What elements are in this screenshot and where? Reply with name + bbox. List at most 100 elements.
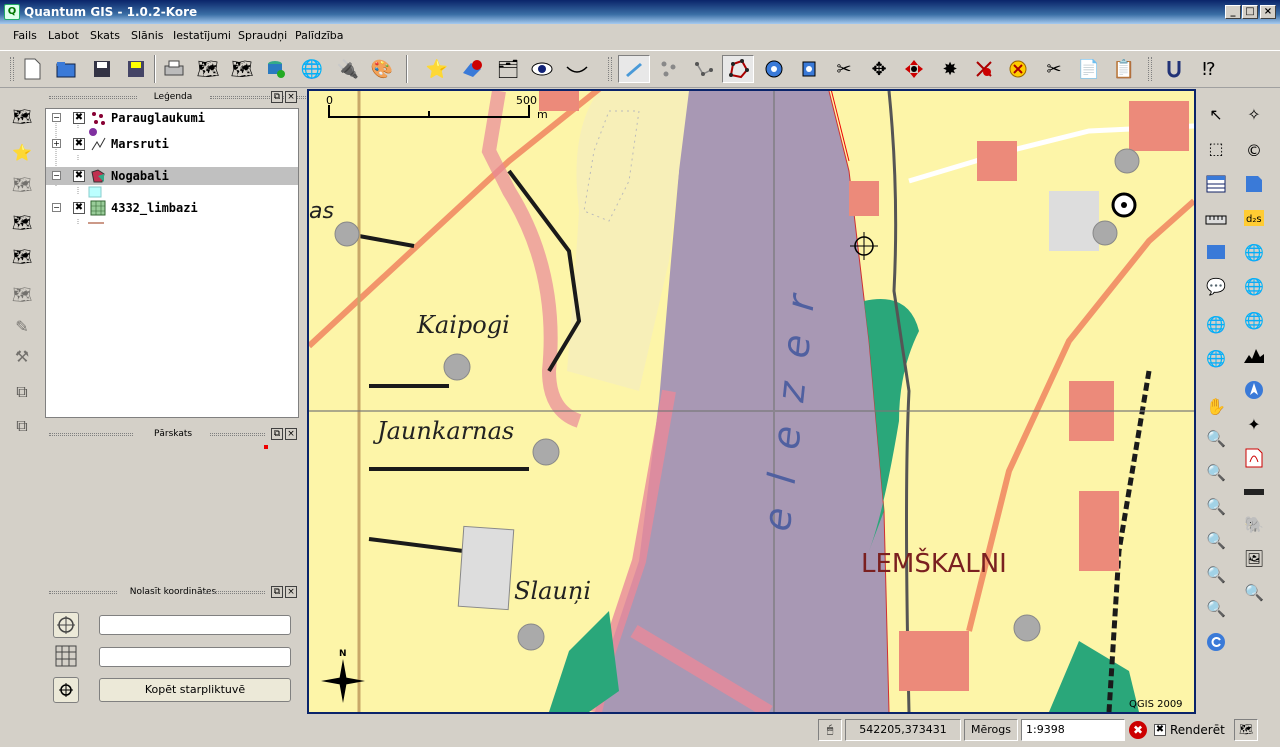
disabled-tool-2-icon[interactable]: ✎ <box>10 314 34 338</box>
image-plugin-icon[interactable]: 🖼 <box>1242 546 1266 570</box>
stop-render-icon[interactable]: ✖ <box>1129 721 1147 739</box>
scale-input[interactable]: 1:9398 <box>1021 719 1125 741</box>
overview-float-button[interactable]: ⧉ <box>271 428 283 440</box>
scale-tool-icon[interactable] <box>1242 480 1266 504</box>
navigation-icon[interactable] <box>1242 378 1266 402</box>
delete-selected-icon[interactable] <box>1004 55 1032 83</box>
identify-icon[interactable]: ↖ <box>1204 102 1228 126</box>
add-star-layer-icon[interactable]: ⭐ <box>10 140 34 164</box>
maximize-button[interactable]: □ <box>1242 5 1258 19</box>
menu-palidziba[interactable]: Palīdzība <box>295 29 344 42</box>
disabled-tool-1-icon[interactable]: 🗺 <box>10 282 34 306</box>
globe-plugin-2-icon[interactable]: 🌐 <box>1242 274 1266 298</box>
save-as-pdf-icon[interactable] <box>1242 172 1266 196</box>
zoom-last-icon[interactable]: 🔍 <box>1204 596 1228 620</box>
add-postgis-layer-icon[interactable] <box>262 55 290 83</box>
remove-layer-disabled-icon[interactable]: 🗺 <box>10 172 34 196</box>
coord-field-2[interactable] <box>99 647 291 667</box>
pan-icon[interactable]: ✋ <box>1204 394 1228 418</box>
copy-to-clipboard-button[interactable]: Kopēt starpliktuvē <box>99 678 291 702</box>
attribute-table-icon[interactable] <box>1204 172 1228 196</box>
toolbar-grip[interactable] <box>1148 57 1152 81</box>
add-spatialite-icon[interactable]: 🔌 <box>334 55 362 83</box>
expand-icon[interactable]: − <box>52 203 61 212</box>
search-plugin-icon[interactable]: 🔍 <box>1242 580 1266 604</box>
new-project-icon[interactable] <box>18 55 46 83</box>
pdf-export-icon[interactable] <box>1242 446 1266 470</box>
toolbar-grip[interactable] <box>608 57 612 81</box>
hide-layer-icon[interactable] <box>563 55 591 83</box>
expand-icon[interactable]: − <box>52 171 61 180</box>
coord-field-1[interactable] <box>99 615 291 635</box>
d2s-icon[interactable]: d₂s <box>1242 206 1266 230</box>
close-button[interactable]: × <box>1260 5 1276 19</box>
capture-coordinate-button[interactable] <box>53 677 79 703</box>
add-vertex-icon[interactable]: ✸ <box>936 55 964 83</box>
print-icon[interactable] <box>160 55 188 83</box>
coordinate-capture-toggle-icon[interactable]: 🖱 <box>818 719 842 741</box>
globe-plugin-1-icon[interactable]: 🌐 <box>1242 240 1266 264</box>
terrain-profile-icon[interactable] <box>1242 344 1266 368</box>
save-project-icon[interactable] <box>88 55 116 83</box>
add-raster-layer-icon[interactable]: 🗺 <box>228 55 256 83</box>
copyright-label-icon[interactable]: © <box>1242 138 1266 162</box>
expand-icon[interactable]: − <box>52 113 61 122</box>
zoom-full-icon[interactable]: 🔍 <box>1204 494 1228 518</box>
select-features-icon[interactable]: ⬚ <box>1204 136 1228 160</box>
new-bookmark-icon[interactable]: 🌐 <box>1204 312 1228 336</box>
add-layer-green-icon[interactable]: 🗺 <box>10 210 34 234</box>
whats-this-help-icon[interactable]: ⁉ <box>1195 55 1223 83</box>
layer-visibility-checkbox[interactable]: ✖ <box>73 170 85 182</box>
move-feature-icon[interactable]: ✥ <box>865 55 893 83</box>
show-layer-icon[interactable] <box>528 55 556 83</box>
add-island-icon[interactable] <box>795 55 823 83</box>
delete-vertex-icon[interactable] <box>970 55 998 83</box>
minimize-button[interactable]: _ <box>1225 5 1241 19</box>
add-vector-layer-icon[interactable]: 🗺 <box>194 55 222 83</box>
zoom-to-layer-icon[interactable]: 🔍 <box>1204 562 1228 586</box>
layer-visibility-checkbox[interactable]: ✖ <box>73 138 85 150</box>
save-as-icon[interactable] <box>122 55 150 83</box>
plugin-icon[interactable] <box>1160 55 1188 83</box>
render-checkbox[interactable]: ✖ <box>1154 724 1166 736</box>
toolbar-grip[interactable] <box>10 57 14 81</box>
gdal-tools-icon[interactable]: ✦ <box>1242 412 1266 436</box>
zoom-in-icon[interactable]: 🔍 <box>1204 426 1228 450</box>
menu-spraudni[interactable]: Spraudņi <box>238 29 287 42</box>
menu-fails[interactable]: Fails <box>13 29 37 42</box>
globe-plugin-3-icon[interactable]: 🌐 <box>1242 308 1266 332</box>
add-to-overview-icon[interactable]: ⭐ <box>423 55 451 83</box>
toggle-editing-icon[interactable] <box>618 55 650 83</box>
layer-visibility-checkbox[interactable]: ✖ <box>73 202 85 214</box>
db-plugin-icon[interactable]: 🐘 <box>1242 512 1266 536</box>
capture-polygon-icon[interactable] <box>722 55 754 83</box>
menu-skats[interactable]: Skats <box>90 29 120 42</box>
menu-slanis[interactable]: Slānis <box>131 29 164 42</box>
menu-labot[interactable]: Labot <box>48 29 79 42</box>
north-arrow-tool-icon[interactable]: ✧ <box>1242 102 1266 126</box>
legend-layer-nogabali[interactable]: − ✖ Nogabali <box>46 167 298 185</box>
add-wms-layer-icon[interactable]: 🌐 <box>298 55 326 83</box>
open-project-icon[interactable] <box>52 55 80 83</box>
show-all-layers-icon[interactable]: 🗂 <box>494 55 522 83</box>
layer-visibility-checkbox[interactable]: ✖ <box>73 112 85 124</box>
overview-close-button[interactable]: × <box>285 428 297 440</box>
legend-layer-4332-limbazi[interactable]: − ✖ 4332_limbazi <box>46 199 298 217</box>
legend-float-button[interactable]: ⧉ <box>271 91 283 103</box>
cut-features-icon[interactable]: ✂ <box>1040 55 1068 83</box>
new-vector-layer-icon[interactable]: 🎨 <box>368 55 396 83</box>
add-layer-star-icon[interactable]: 🗺 <box>10 244 34 268</box>
crs-select-button[interactable] <box>53 612 79 638</box>
disabled-tool-4-icon[interactable]: ⧉ <box>10 380 34 404</box>
add-vector-icon[interactable]: 🗺 <box>10 104 34 128</box>
split-features-icon[interactable]: ✂ <box>830 55 858 83</box>
projection-status-icon[interactable]: 🗺 <box>1234 719 1258 741</box>
zoom-to-selection-icon[interactable]: 🔍 <box>1204 528 1228 552</box>
menu-iestatijumi[interactable]: Iestatījumi <box>173 29 231 42</box>
map-tips-icon[interactable]: 💬 <box>1204 274 1228 298</box>
disabled-tool-3-icon[interactable]: ⚒ <box>10 344 34 368</box>
copy-features-icon[interactable]: 📄 <box>1075 55 1103 83</box>
legend-layer-parauglaukumi[interactable]: − ✖ Parauglaukumi <box>46 109 298 127</box>
legend-close-button[interactable]: × <box>285 91 297 103</box>
capture-point-icon[interactable] <box>655 55 683 83</box>
